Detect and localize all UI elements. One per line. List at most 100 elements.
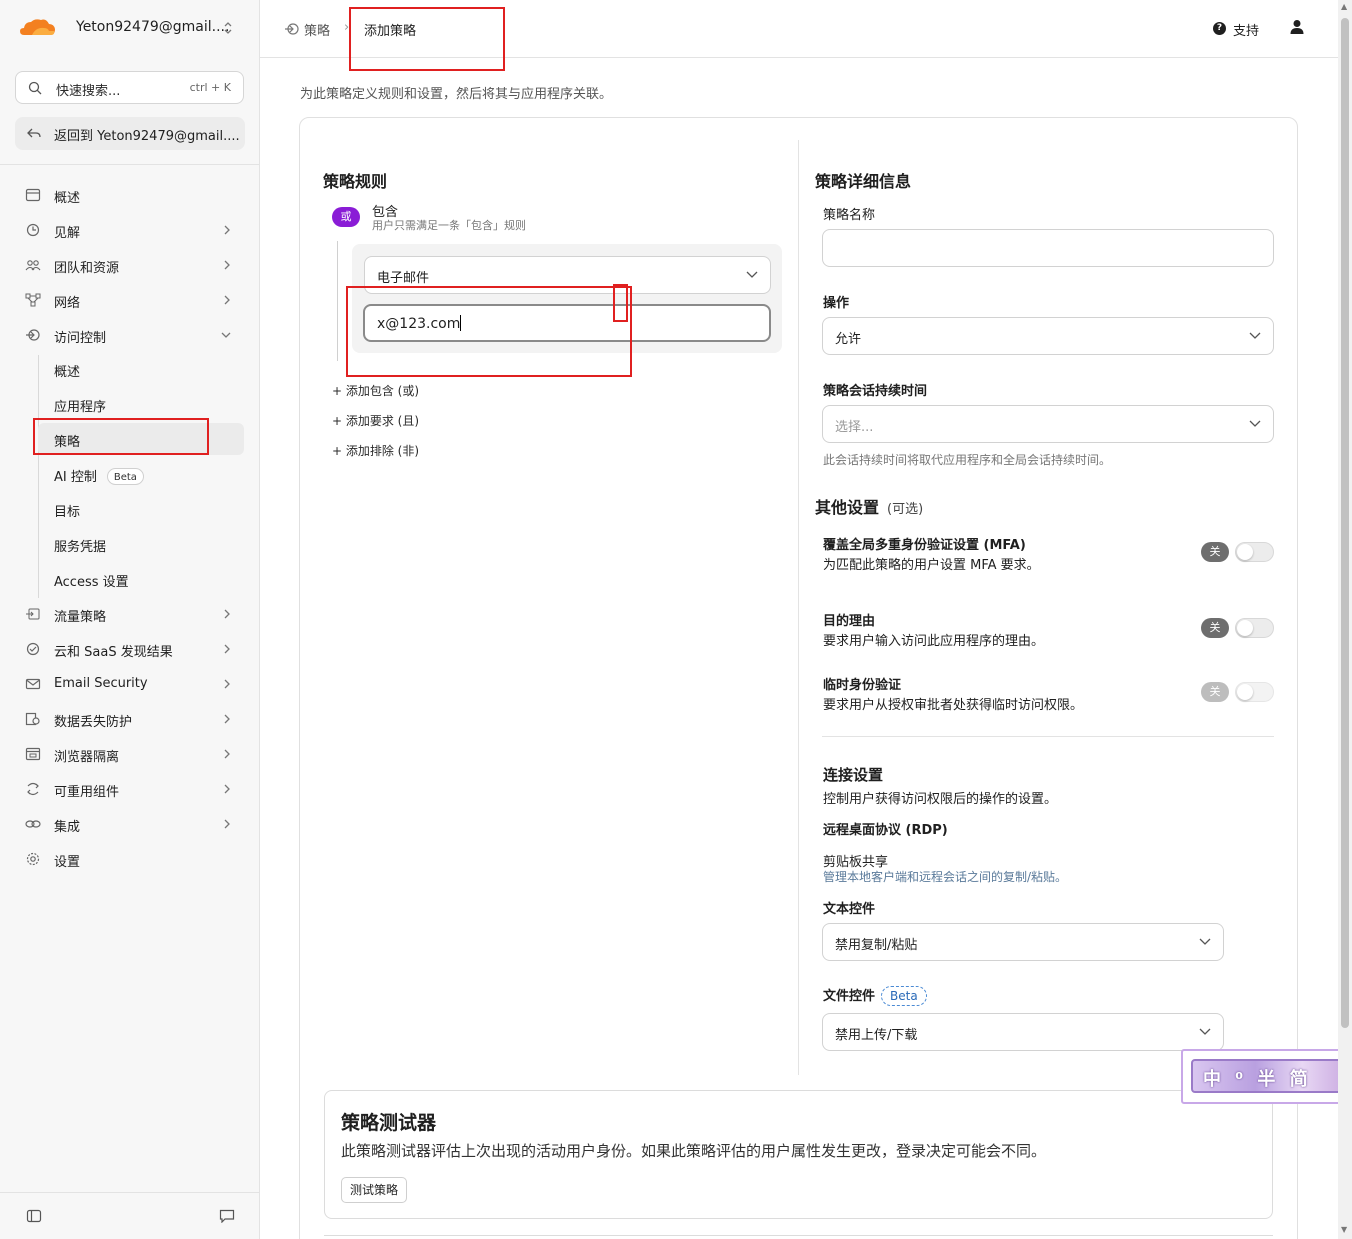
sidebar-item-integrations[interactable]: 集成 <box>15 808 245 840</box>
sidebar-subitem-access-settings[interactable]: Access 设置 <box>38 563 244 595</box>
beta-badge: Beta <box>881 986 927 1006</box>
overview-icon <box>25 188 41 202</box>
cloud-icon <box>26 642 40 656</box>
access-icon <box>26 329 40 341</box>
session-placeholder: 选择... <box>835 420 874 435</box>
scroll-up-arrow-icon[interactable]: ▲ <box>1341 2 1347 11</box>
sidebar-item-traffic-policies[interactable]: 流量策略 <box>15 598 245 630</box>
sidebar-subitem-targets[interactable]: 目标 <box>38 493 244 525</box>
scrollbar-thumb[interactable] <box>1341 18 1349 1028</box>
add-require-link[interactable]: + 添加要求 (且) <box>332 412 419 429</box>
sidebar-item-label: 团队和资源 <box>54 261 120 276</box>
top-bar: 策略 › 添加策略 ? 支持 <box>260 0 1338 58</box>
back-arrow-icon <box>27 128 41 138</box>
sidebar-subitem-service-credentials[interactable]: 服务凭据 <box>38 528 244 560</box>
sidebar-subitem-label: 服务凭据 <box>54 540 107 555</box>
add-exclude-link[interactable]: + 添加排除 (非) <box>332 442 419 459</box>
sidebar-item-team[interactable]: 团队和资源 <box>15 249 245 281</box>
sidebar-subitem-policies[interactable]: 策略 <box>38 423 244 455</box>
dlp-icon <box>25 712 40 726</box>
selector-dropdown[interactable]: 电子邮件 <box>364 256 771 294</box>
policy-tester: 策略测试器 此策略测试器评估上次出现的活动用户身份。如果此策略评估的用户属性发生… <box>324 1090 1273 1219</box>
quick-search[interactable]: 快速搜索... ctrl + K <box>15 71 244 104</box>
cloudflare-logo-icon <box>20 19 55 35</box>
connection-settings-subtitle: 控制用户获得访问权限后的操作的设置。 <box>823 792 1058 807</box>
file-control-dropdown[interactable]: 禁用上传/下载 <box>822 1013 1224 1051</box>
collapse-sidebar-icon[interactable] <box>26 1209 42 1223</box>
action-label: 操作 <box>823 296 850 311</box>
session-duration-dropdown[interactable]: 选择... <box>822 405 1274 443</box>
sidebar-divider <box>0 164 259 165</box>
ime-status-widget[interactable]: 中 ⁰ 半 简 <box>1181 1049 1352 1104</box>
sidebar-item-label: 集成 <box>54 820 81 835</box>
scroll-down-arrow-icon[interactable]: ▼ <box>1341 1225 1347 1234</box>
sidebar-subitem-label: Access 设置 <box>54 575 129 590</box>
chevron-right-icon <box>224 784 230 794</box>
temp-auth-off-label: 关 <box>1201 682 1229 702</box>
back-to-account-button[interactable]: 返回到 Yeton92479@gmail.... <box>15 117 245 150</box>
sidebar-item-label: 网络 <box>54 296 81 311</box>
policy-details-title: 策略详细信息 <box>815 172 912 191</box>
policy-name-label: 策略名称 <box>823 208 876 223</box>
or-badge: 或 <box>332 207 360 227</box>
purpose-toggle[interactable] <box>1235 618 1274 638</box>
sidebar-item-network[interactable]: 网络 <box>15 284 245 316</box>
back-label: 返回到 Yeton92479@gmail.... <box>54 129 240 144</box>
sidebar-item-browser-isolation[interactable]: 浏览器隔离 <box>15 738 245 770</box>
sidebar-item-dlp[interactable]: 数据丢失防护 <box>15 703 245 735</box>
feedback-icon[interactable] <box>219 1209 235 1223</box>
sidebar-item-email-security[interactable]: Email Security <box>15 668 245 700</box>
chevron-right-icon <box>224 679 230 689</box>
rule-rail <box>337 241 338 361</box>
file-control-value: 禁用上传/下载 <box>835 1028 918 1043</box>
purpose-subtitle: 要求用户输入访问此应用程序的理由。 <box>823 634 1045 649</box>
sidebar-item-overview[interactable]: 概述 <box>15 179 245 211</box>
account-switcher[interactable]: Yeton92479@gmail.... <box>0 0 259 58</box>
search-placeholder: 快速搜索... <box>56 84 121 99</box>
text-control-value: 禁用复制/粘贴 <box>835 938 918 953</box>
sidebar-footer-divider <box>0 1192 259 1193</box>
sidebar-item-cloud-saas[interactable]: 云和 SaaS 发现结果 <box>15 633 245 665</box>
mfa-toggle[interactable] <box>1235 542 1274 562</box>
sidebar-item-label: 设置 <box>54 855 81 870</box>
help-icon[interactable]: ? <box>1213 22 1226 35</box>
sidebar-item-settings[interactable]: 设置 <box>15 843 245 875</box>
support-link[interactable]: 支持 <box>1233 20 1259 39</box>
sidebar-item-access-control[interactable]: 访问控制 <box>15 319 245 351</box>
column-divider <box>798 140 799 1075</box>
chevron-updown-icon <box>224 22 232 34</box>
test-policy-button[interactable]: 测试策略 <box>341 1177 408 1203</box>
text-control-dropdown[interactable]: 禁用复制/粘贴 <box>822 923 1224 961</box>
page-scrollbar[interactable]: ▲ ▼ <box>1338 0 1352 1239</box>
sidebar-subitem-label: 策略 <box>54 435 81 450</box>
policy-name-input[interactable] <box>822 229 1274 267</box>
user-icon[interactable] <box>1290 19 1304 35</box>
sidebar-item-reusable-components[interactable]: 可重用组件 <box>15 773 245 805</box>
add-include-link[interactable]: + 添加包含 (或) <box>332 382 419 399</box>
team-icon <box>25 260 41 271</box>
beta-badge: Beta <box>106 468 144 485</box>
breadcrumb-current: 添加策略 <box>364 24 417 39</box>
email-field[interactable]: x@123.com <box>363 304 771 342</box>
breadcrumb-policies[interactable]: 策略 <box>304 20 330 39</box>
action-value: 允许 <box>835 332 862 347</box>
insights-icon <box>26 223 40 237</box>
text-control-label: 文本控件 <box>823 902 876 917</box>
temp-auth-toggle[interactable] <box>1235 682 1274 702</box>
browser-icon <box>25 747 41 761</box>
connection-settings-title: 连接设置 <box>823 766 884 784</box>
email-text: x@123.com <box>377 316 461 332</box>
sidebar-subitem-overview[interactable]: 概述 <box>38 353 244 385</box>
chevron-down-icon <box>1199 938 1211 945</box>
sidebar-item-label: 浏览器隔离 <box>54 750 120 765</box>
sidebar: Yeton92479@gmail.... 快速搜索... ctrl + K 返回… <box>0 0 260 1239</box>
action-dropdown[interactable]: 允许 <box>822 317 1274 355</box>
email-value: x@123.com <box>377 315 462 332</box>
section-divider <box>822 736 1274 737</box>
sidebar-subitem-applications[interactable]: 应用程序 <box>38 388 244 420</box>
optional-tag: (可选) <box>887 502 924 517</box>
sidebar-subitem-ai-control[interactable]: AI 控制 Beta <box>38 458 244 490</box>
chevron-right-icon <box>224 225 230 235</box>
purpose-off-label: 关 <box>1201 618 1229 638</box>
sidebar-item-insights[interactable]: 见解 <box>15 214 245 246</box>
